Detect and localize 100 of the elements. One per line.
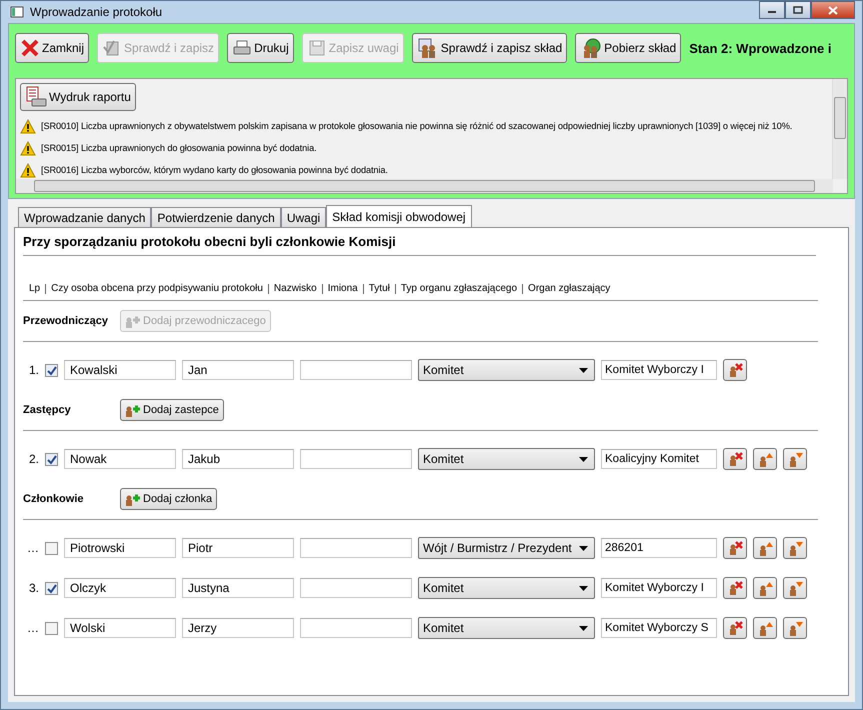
add-person-button[interactable]: Dodaj zastepce [120, 399, 224, 421]
given-names-field[interactable]: Piotr [182, 538, 294, 558]
caret-icon [579, 586, 588, 590]
organ-type-dropdown[interactable]: Komitet [418, 617, 595, 639]
caret-icon [579, 546, 588, 550]
row-number: 3. [28, 581, 39, 595]
title-field[interactable] [300, 618, 412, 638]
toolbar-button[interactable]: Pobierz skład [575, 33, 682, 63]
move-up-icon [757, 580, 773, 596]
organ-field[interactable]: 286201 [601, 538, 717, 558]
remove-person-button[interactable] [723, 448, 747, 470]
vertical-scrollbar[interactable] [832, 79, 847, 179]
warning-message: [SR0010] Liczba uprawnionych z obywatelstwem polskim zapisana w protokole głosowania nie powinna się różnić od szacowanej odpowiedniej liczby uprawnionych [1039] o więcej niż 10%. [41, 121, 792, 131]
window-title: Wprowadzanie protokołu [30, 5, 164, 19]
remove-person-button[interactable] [723, 359, 747, 381]
remove-person-button[interactable] [723, 577, 747, 599]
status-text: Stan 2: Wprowadzone i [689, 40, 833, 56]
report-printer-icon [25, 86, 47, 108]
group-label: Zastępcy [23, 404, 72, 416]
move-down-button[interactable] [783, 448, 807, 470]
column-header: Czy osoba obcena przy podpisywaniu protokołu [46, 284, 269, 294]
surname-field[interactable]: Olczyk [64, 578, 176, 598]
caret-icon [579, 626, 588, 630]
window-icon [10, 5, 24, 19]
add-person-icon [125, 492, 141, 506]
add-person-button[interactable]: Dodaj członka [120, 488, 218, 510]
caret-icon [579, 368, 588, 372]
present-checkbox[interactable] [45, 452, 58, 466]
row-number: … [26, 541, 39, 555]
column-header: Typ organu zgłaszającego [396, 284, 524, 294]
move-up-button[interactable] [753, 577, 777, 599]
close-icon [828, 6, 838, 14]
move-down-button[interactable] [783, 577, 807, 599]
present-checkbox[interactable] [45, 582, 58, 594]
organ-type-dropdown[interactable]: Wójt / Burmistrz / Prezydent [418, 537, 595, 559]
tab[interactable]: Potwierdzenie danych [151, 207, 281, 227]
add-person-icon [125, 314, 141, 328]
organ-type-dropdown[interactable]: Komitet [418, 359, 595, 381]
organ-type-dropdown[interactable]: Komitet [418, 448, 595, 470]
organ-field[interactable]: Komitet Wyborczy I [601, 578, 717, 598]
remove-person-button[interactable] [723, 617, 747, 639]
toolbar-button[interactable]: Drukuj [227, 33, 294, 63]
column-header: Lp [29, 284, 46, 294]
column-header: Imiona [322, 284, 364, 294]
surname-field[interactable]: Wolski [64, 618, 176, 638]
given-names-field[interactable]: Jakub [182, 449, 294, 469]
present-checkbox[interactable] [45, 622, 58, 634]
minimize-button[interactable] [759, 1, 785, 19]
title-field[interactable] [300, 449, 412, 469]
section-heading: Przy sporządzaniu protokołu obecni byli członkowie Komisji [23, 234, 816, 256]
organ-type-dropdown[interactable]: Komitet [418, 577, 595, 599]
organ-field[interactable]: Komitet Wyborczy I [601, 360, 717, 380]
tab[interactable]: Skład komisji obwodowej [326, 205, 472, 227]
remove-person-icon [727, 362, 743, 378]
toolbar-button[interactable]: Sprawdź i zapisz skład [412, 33, 568, 63]
row-number: … [26, 621, 39, 635]
maximize-icon [793, 6, 803, 14]
surname-field[interactable]: Nowak [64, 449, 176, 469]
warning-message: [SR0015] Liczba uprawnionych do głosowania powinna być dodatnia. [41, 143, 317, 153]
move-up-icon [757, 451, 773, 467]
move-up-button[interactable] [753, 537, 777, 559]
move-down-button[interactable] [783, 537, 807, 559]
surname-field[interactable]: Piotrowski [64, 538, 176, 558]
surname-field[interactable]: Kowalski [64, 360, 176, 380]
group-label: Przewodniczący [23, 315, 109, 327]
warning-icon [20, 162, 36, 178]
print-report-button[interactable]: Wydruk raportu [20, 83, 136, 111]
move-up-icon [757, 620, 773, 636]
move-down-button[interactable] [783, 617, 807, 639]
caret-icon [579, 456, 588, 462]
warning-icon [20, 140, 36, 156]
move-down-icon [787, 580, 803, 596]
move-down-icon [787, 620, 803, 636]
toolbar-button[interactable]: Zamknij [15, 33, 90, 63]
tab[interactable]: Uwagi [280, 207, 326, 227]
title-field[interactable] [300, 578, 412, 598]
close-button[interactable] [811, 1, 855, 19]
move-up-button[interactable] [753, 617, 777, 639]
organ-field[interactable]: Koalicyjny Komitet [601, 449, 717, 469]
given-names-field[interactable]: Justyna [182, 578, 294, 598]
title-field[interactable] [300, 538, 412, 558]
present-checkbox[interactable] [45, 542, 58, 554]
given-names-field[interactable]: Jerzy [182, 618, 294, 638]
maximize-button[interactable] [785, 1, 811, 19]
given-names-field[interactable]: Jan [182, 360, 294, 380]
column-header: Tytuł [364, 284, 396, 294]
move-up-icon [757, 540, 773, 556]
remove-person-button[interactable] [723, 537, 747, 559]
move-up-button[interactable] [753, 448, 777, 470]
move-down-icon [787, 540, 803, 556]
remove-person-icon [727, 451, 743, 467]
horizontal-scrollbar[interactable] [16, 179, 833, 193]
group-label: Członkowie [23, 493, 85, 505]
column-header: Organ zgłaszający [527, 284, 612, 294]
organ-field[interactable]: Komitet Wyborczy S [601, 618, 717, 638]
present-checkbox[interactable] [45, 364, 58, 376]
column-header: Nazwisko [268, 284, 323, 294]
tab[interactable]: Wprowadzanie danych [18, 207, 152, 227]
row-number: 2. [28, 452, 39, 466]
title-field[interactable] [300, 360, 412, 380]
